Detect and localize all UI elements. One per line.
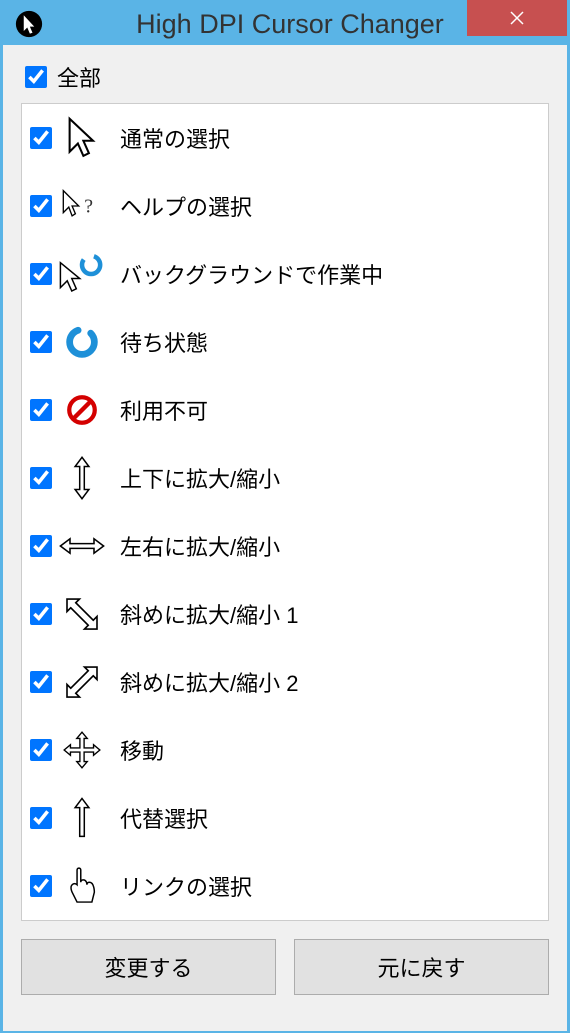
cursor-label: 移動 (120, 734, 164, 766)
cursor-alternate-icon (52, 794, 112, 842)
cursor-row-link: リンクの選択 (22, 852, 548, 920)
cursor-unavailable-icon (52, 386, 112, 434)
cursor-row-resize-nesw: 斜めに拡大/縮小 2 (22, 648, 548, 716)
cursor-row-unavailable: 利用不可 (22, 376, 548, 444)
cursor-resize-nwse-icon (52, 590, 112, 638)
cursor-checkbox[interactable] (30, 671, 52, 693)
cursor-list: 通常の選択 ? ヘルプの選択 (21, 103, 549, 921)
cursor-link-icon (52, 862, 112, 910)
cursor-help-icon: ? (52, 182, 112, 230)
cursor-label: 通常の選択 (120, 122, 230, 154)
cursor-row-move: 移動 (22, 716, 548, 784)
select-all-checkbox[interactable] (25, 66, 47, 88)
select-all-row: 全部 (21, 61, 549, 93)
cursor-checkbox[interactable] (30, 399, 52, 421)
cursor-checkbox[interactable] (30, 195, 52, 217)
cursor-busy-icon (52, 318, 112, 366)
cursor-move-icon (52, 726, 112, 774)
cursor-row-working: バックグラウンドで作業中 (22, 240, 548, 308)
cursor-row-alternate: 代替選択 (22, 784, 548, 852)
cursor-checkbox[interactable] (30, 875, 52, 897)
cursor-label: 上下に拡大/縮小 (120, 462, 280, 494)
cursor-row-normal: 通常の選択 (22, 104, 548, 172)
svg-text:?: ? (84, 196, 93, 218)
cursor-row-resize-ns: 上下に拡大/縮小 (22, 444, 548, 512)
cursor-label: リンクの選択 (120, 870, 252, 902)
cursor-working-icon (52, 250, 112, 298)
cursor-checkbox[interactable] (30, 331, 52, 353)
revert-button[interactable]: 元に戻す (294, 939, 549, 995)
cursor-label: 斜めに拡大/縮小 2 (120, 666, 298, 698)
cursor-checkbox[interactable] (30, 807, 52, 829)
cursor-resize-ew-icon (52, 522, 112, 570)
cursor-checkbox[interactable] (30, 535, 52, 557)
cursor-row-resize-nwse: 斜めに拡大/縮小 1 (22, 580, 548, 648)
cursor-row-help: ? ヘルプの選択 (22, 172, 548, 240)
cursor-checkbox[interactable] (30, 739, 52, 761)
titlebar: High DPI Cursor Changer (3, 3, 567, 45)
cursor-row-resize-ew: 左右に拡大/縮小 (22, 512, 548, 580)
cursor-label: 左右に拡大/縮小 (120, 530, 280, 562)
cursor-checkbox[interactable] (30, 263, 52, 285)
cursor-label: 斜めに拡大/縮小 1 (120, 598, 298, 630)
cursor-checkbox[interactable] (30, 603, 52, 625)
cursor-label: ヘルプの選択 (120, 190, 252, 222)
cursor-resize-nesw-icon (52, 658, 112, 706)
cursor-row-busy: 待ち状態 (22, 308, 548, 376)
cursor-label: バックグラウンドで作業中 (120, 258, 383, 290)
cursor-label: 代替選択 (120, 802, 208, 834)
cursor-normal-icon (52, 114, 112, 162)
cursor-label: 待ち状態 (120, 326, 208, 358)
close-button[interactable] (467, 0, 567, 36)
cursor-checkbox[interactable] (30, 467, 52, 489)
cursor-checkbox[interactable] (30, 127, 52, 149)
apply-button[interactable]: 変更する (21, 939, 276, 995)
cursor-resize-ns-icon (52, 454, 112, 502)
select-all-label: 全部 (57, 61, 101, 93)
cursor-label: 利用不可 (120, 394, 208, 426)
